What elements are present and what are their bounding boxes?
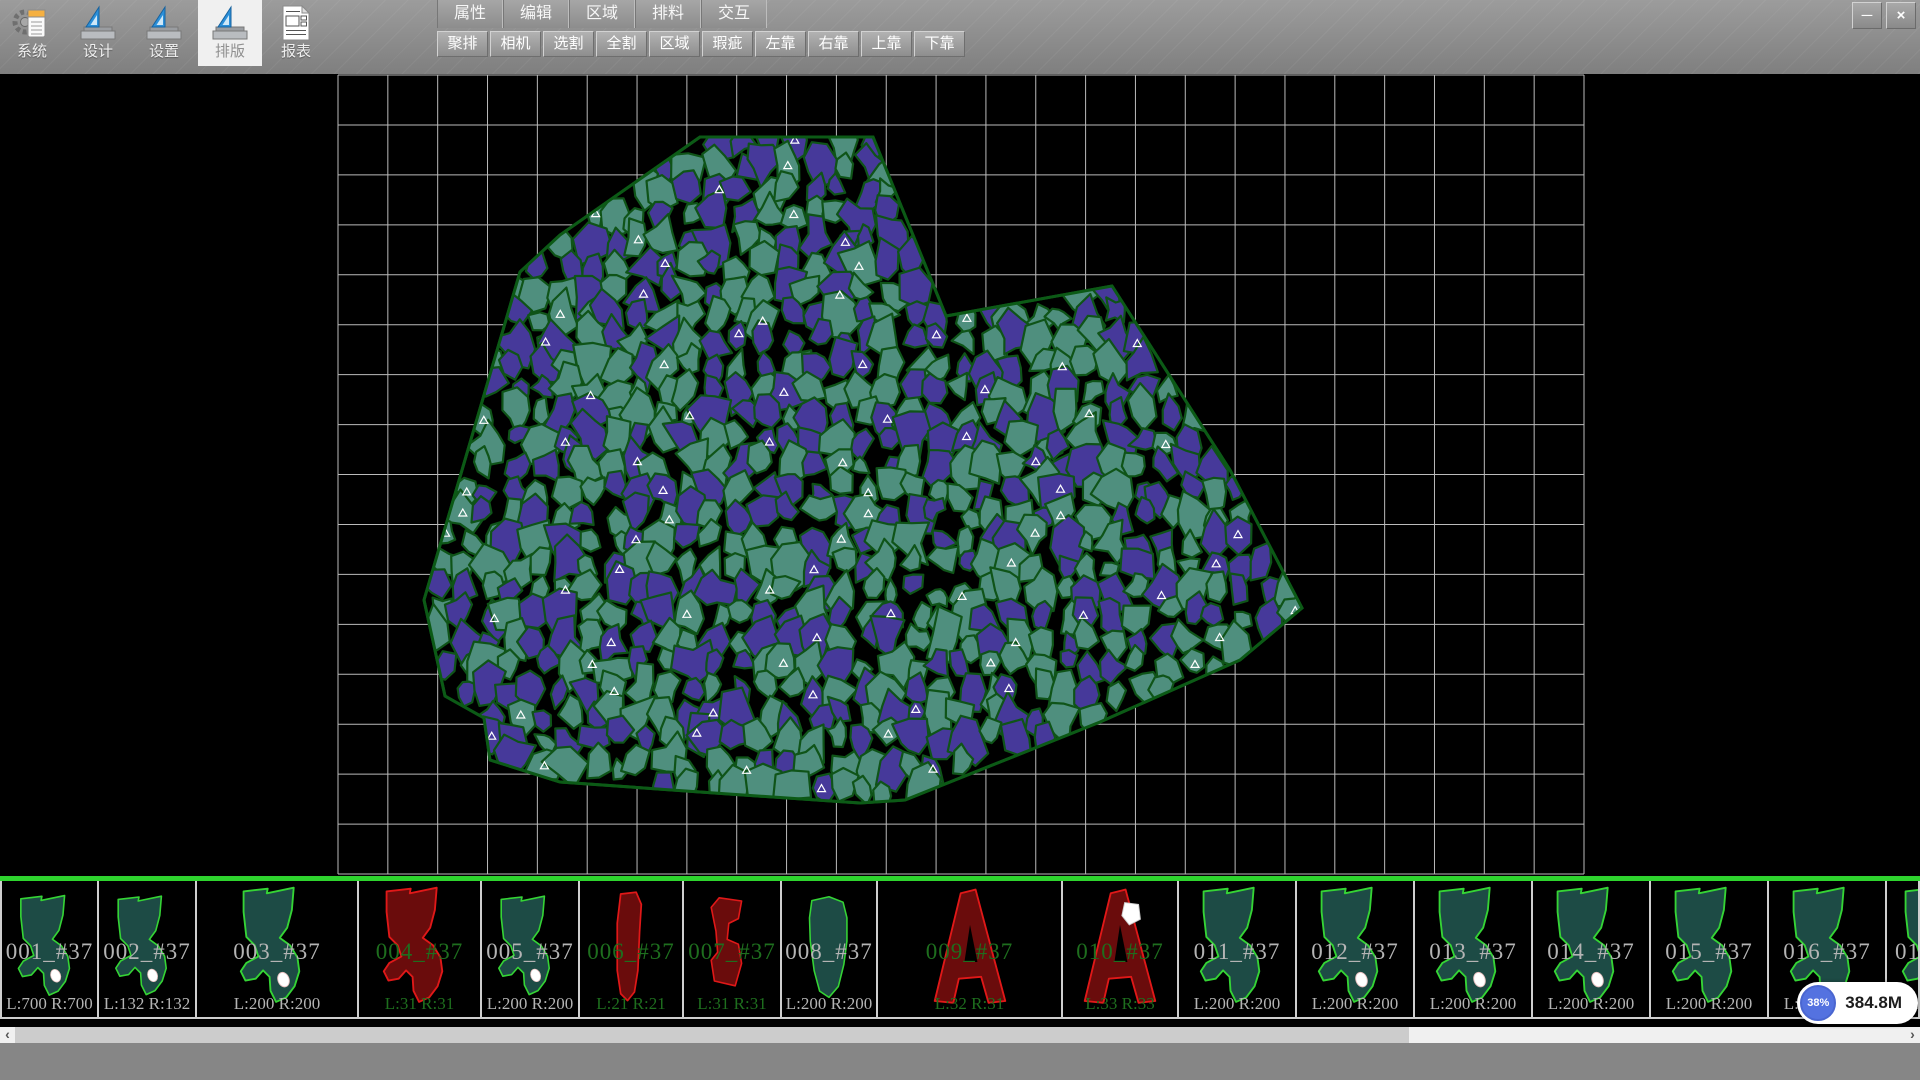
menu-item-1[interactable]: 属性 [437, 0, 503, 28]
piece-id-label: 011_#37 [1179, 939, 1295, 965]
main-button-5[interactable]: 报表 [264, 0, 328, 66]
action-button-8[interactable]: 右靠 [808, 31, 859, 57]
horizontal-scrollbar[interactable]: ‹ › [0, 1027, 1920, 1043]
scroll-left-arrow-icon[interactable]: ‹ [0, 1027, 15, 1043]
piece-thumbnail-3[interactable]: 003_#37 L:200 R:200 [197, 881, 359, 1017]
piece-id-label: 007_#37 [684, 939, 780, 965]
piece-lr-count-label: L:200 R:200 [1651, 994, 1767, 1014]
piece-lr-count-label: L:700 R:700 [2, 994, 97, 1014]
action-button-row: 聚排相机选割全割区域瑕疵左靠右靠上靠下靠 [437, 31, 967, 57]
piece-id-label: 008_#37 [782, 939, 876, 965]
piece-id-label: 014_#37 [1533, 939, 1649, 965]
main-button-4[interactable]: 排版 [198, 0, 262, 66]
main-button-label: 设置 [132, 43, 196, 61]
action-button-10[interactable]: 下靠 [914, 31, 965, 57]
piece-thumbnail-9[interactable]: 009_#37 L:32 R:31 [878, 881, 1063, 1017]
menu-bar: 属性编辑区域排料交互 [437, 0, 767, 28]
strip-bottom-gap [0, 1019, 1920, 1027]
piece-id-label: 005_#37 [482, 939, 578, 965]
action-button-4[interactable]: 全割 [596, 31, 647, 57]
main-toolbar-buttons: 系统设计设置排版报表 [0, 0, 330, 66]
piece-id-label: 009_#37 [878, 939, 1061, 965]
piece-id-label: 012_#37 [1297, 939, 1413, 965]
piece-id-label: 001_#37 [2, 939, 97, 965]
menu-item-4[interactable]: 排料 [635, 0, 701, 28]
toolbar: 系统设计设置排版报表 属性编辑区域排料交互 聚排相机选割全割区域瑕疵左靠右靠上靠… [0, 0, 1920, 74]
piece-thumbnail-10[interactable]: 010_#37 L:33 R:33 [1063, 881, 1179, 1017]
nesting-app-window: 系统设计设置排版报表 属性编辑区域排料交互 聚排相机选割全割区域瑕疵左靠右靠上靠… [0, 0, 1920, 1080]
minimize-button[interactable]: ─ [1852, 2, 1882, 29]
canvas-drawing [0, 74, 1920, 876]
piece-thumbnail-8[interactable]: 008_#37 L:200 R:200 [782, 881, 878, 1017]
piece-thumbnail-13[interactable]: 013_#37 L:200 R:200 [1415, 881, 1533, 1017]
menu-item-3[interactable]: 区域 [569, 0, 635, 28]
main-button-1[interactable]: 系统 [0, 0, 64, 66]
piece-lr-count-label: L:132 R:132 [99, 994, 195, 1014]
piece-thumbnail-2[interactable]: 002_#37 L:132 R:132 [99, 881, 197, 1017]
piece-id-label: 016_#37 [1769, 939, 1885, 965]
piece-id-label: 006_#37 [580, 939, 682, 965]
report-icon [264, 3, 328, 43]
piece-lr-count-label: L:200 R:200 [482, 994, 578, 1014]
piece-id-label: 013_#37 [1415, 939, 1531, 965]
piece-thumbnail-strip: 001_#37L:700 R:700002_#37L:132 R:132003_… [0, 881, 1920, 1019]
piece-thumbnail-1[interactable]: 001_#37 L:700 R:700 [0, 881, 99, 1017]
system-icon [0, 3, 64, 43]
main-button-label: 排版 [198, 43, 262, 61]
piece-thumbnail-14[interactable]: 014_#37 L:200 R:200 [1533, 881, 1651, 1017]
menu-item-5[interactable]: 交互 [701, 0, 767, 28]
action-button-6[interactable]: 瑕疵 [702, 31, 753, 57]
piece-thumbnail-5[interactable]: 005_#37 L:200 R:200 [482, 881, 580, 1017]
window-controls: ─ × [1852, 2, 1916, 29]
scroll-right-arrow-icon[interactable]: › [1905, 1027, 1920, 1043]
piece-id-label: 004_#37 [359, 939, 480, 965]
main-button-label: 报表 [264, 43, 328, 61]
action-button-9[interactable]: 上靠 [861, 31, 912, 57]
piece-lr-count-label: L:32 R:31 [878, 994, 1061, 1014]
piece-lr-count-label: L:200 R:200 [1179, 994, 1295, 1014]
piece-id-label: 017_#37 [1895, 939, 1920, 965]
action-button-3[interactable]: 选割 [543, 31, 594, 57]
main-button-2[interactable]: 设计 [66, 0, 130, 66]
piece-thumbnail-6[interactable]: 006_#37 L:21 R:21 [580, 881, 684, 1017]
design-icon [66, 3, 130, 43]
piece-id-label: 003_#37 [197, 939, 357, 965]
status-bar [0, 1043, 1920, 1080]
main-button-label: 设计 [66, 43, 130, 61]
action-button-5[interactable]: 区域 [649, 31, 700, 57]
piece-thumbnail-7[interactable]: 007_#37 L:31 R:31 [684, 881, 782, 1017]
piece-id-label: 002_#37 [99, 939, 195, 965]
memory-size-label: 384.8M [1845, 993, 1902, 1013]
piece-thumbnail-4[interactable]: 004_#37 L:31 R:31 [359, 881, 482, 1017]
piece-lr-count-label: L:200 R:200 [197, 994, 357, 1014]
main-button-label: 系统 [0, 43, 64, 61]
settings-icon [132, 3, 196, 43]
main-button-3[interactable]: 设置 [132, 0, 196, 66]
action-button-2[interactable]: 相机 [490, 31, 541, 57]
piece-id-label: 015_#37 [1651, 939, 1767, 965]
piece-lr-count-label: L:33 R:33 [1063, 994, 1177, 1014]
menu-item-2[interactable]: 编辑 [503, 0, 569, 28]
close-button[interactable]: × [1886, 2, 1916, 29]
piece-lr-count-label: L:21 R:21 [580, 994, 682, 1014]
piece-lr-count-label: L:200 R:200 [782, 994, 876, 1014]
piece-thumbnail-11[interactable]: 011_#37 L:200 R:200 [1179, 881, 1297, 1017]
piece-lr-count-label: L:31 R:31 [684, 994, 780, 1014]
piece-lr-count-label: L:200 R:200 [1533, 994, 1649, 1014]
scrollbar-thumb[interactable] [15, 1027, 1409, 1043]
piece-id-label: 010_#37 [1063, 939, 1177, 965]
progress-circle-icon: 38% [1800, 985, 1836, 1021]
piece-lr-count-label: L:31 R:31 [359, 994, 480, 1014]
memory-usage-badge[interactable]: 38% 384.8M [1797, 982, 1918, 1024]
piece-thumbnail-15[interactable]: 015_#37 L:200 R:200 [1651, 881, 1769, 1017]
action-button-1[interactable]: 聚排 [437, 31, 488, 57]
piece-lr-count-label: L:200 R:200 [1415, 994, 1531, 1014]
piece-lr-count-label: L:200 R:200 [1297, 994, 1413, 1014]
piece-thumbnail-12[interactable]: 012_#37 L:200 R:200 [1297, 881, 1415, 1017]
layout-icon [198, 3, 262, 43]
action-button-7[interactable]: 左靠 [755, 31, 806, 57]
nesting-canvas[interactable] [0, 74, 1920, 876]
